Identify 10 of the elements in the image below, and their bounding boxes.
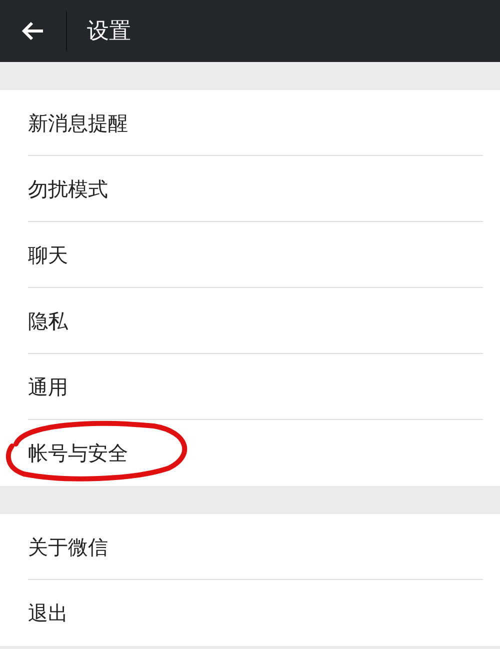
settings-item[interactable]: 通用 <box>28 354 483 420</box>
settings-item[interactable]: 勿扰模式 <box>28 156 483 222</box>
settings-item[interactable]: 隐私 <box>28 288 483 354</box>
settings-item[interactable]: 帐号与安全 <box>28 420 483 486</box>
settings-item[interactable]: 关于微信 <box>28 514 483 580</box>
screen-title: 设置 <box>87 18 131 46</box>
settings-item[interactable]: 聊天 <box>28 222 483 288</box>
settings-item[interactable]: 新消息提醒 <box>28 90 483 156</box>
settings-item[interactable]: 退出 <box>28 580 483 646</box>
back-arrow-icon <box>21 21 45 41</box>
